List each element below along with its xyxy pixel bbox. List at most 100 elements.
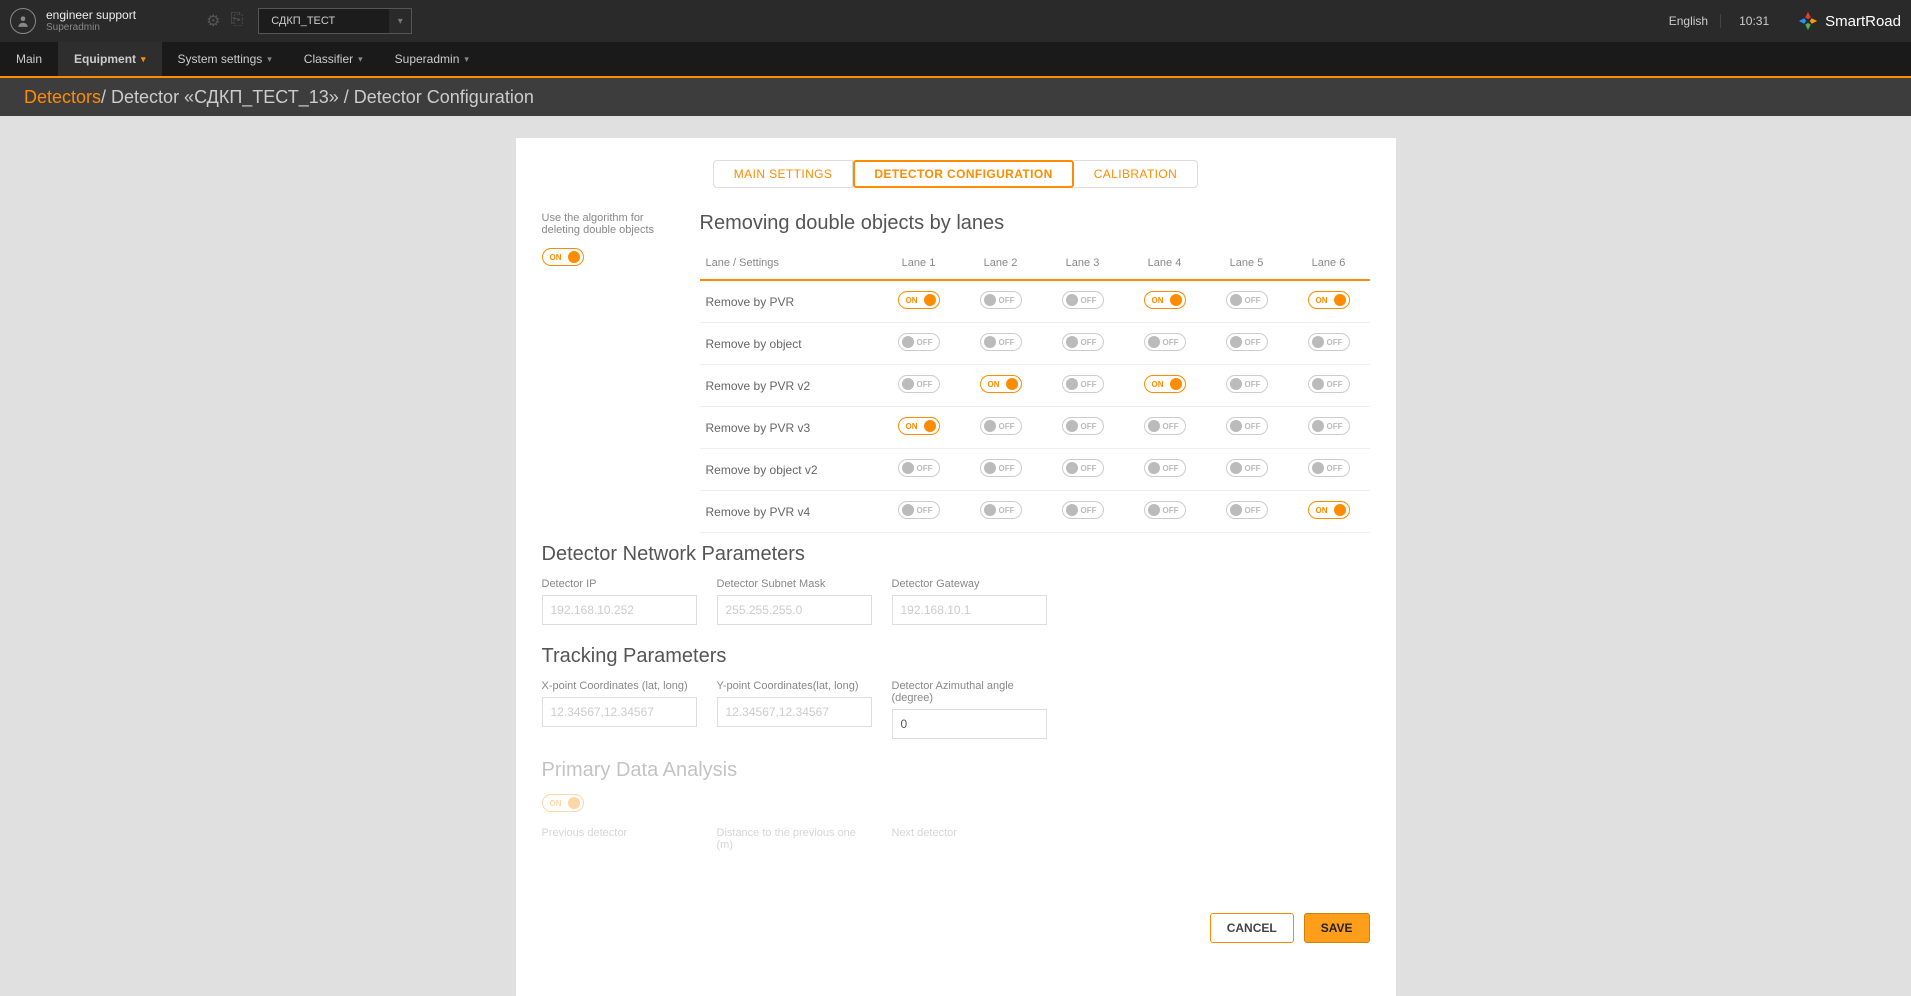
toggle-row5-lane4[interactable]: OFF bbox=[1144, 501, 1186, 519]
toggle-row2-lane2[interactable]: ON bbox=[980, 375, 1022, 393]
chevron-down-icon: ▾ bbox=[358, 54, 363, 65]
brand-name: SmartRoad bbox=[1825, 13, 1901, 30]
network-section: Detector Network Parameters Detector IP … bbox=[516, 543, 1396, 625]
toggle-row1-lane4[interactable]: OFF bbox=[1144, 333, 1186, 351]
toggle-row0-lane1[interactable]: ON bbox=[898, 291, 940, 309]
table-row: Remove by PVR v4 OFF OFF OFF OFF OFF ON bbox=[700, 491, 1370, 533]
azimuth-input[interactable] bbox=[892, 709, 1047, 739]
chevron-down-icon: ▾ bbox=[464, 54, 469, 65]
breadcrumb: Detectors / Detector «СДКП_ТЕСТ_13» / De… bbox=[0, 78, 1911, 116]
tab-detector-configuration[interactable]: DETECTOR CONFIGURATION bbox=[853, 160, 1073, 188]
toggle-row0-lane4[interactable]: ON bbox=[1144, 291, 1186, 309]
toggle-row3-lane2[interactable]: OFF bbox=[980, 417, 1022, 435]
toggle-row5-lane3[interactable]: OFF bbox=[1062, 501, 1104, 519]
x-coord-label: X-point Coordinates (lat, long) bbox=[542, 680, 697, 692]
lanes-column: Removing double objects by lanes Lane / … bbox=[700, 212, 1370, 533]
tabs: MAIN SETTINGS DETECTOR CONFIGURATION CAL… bbox=[516, 160, 1396, 188]
lanes-table: Lane / SettingsLane 1Lane 2Lane 3Lane 4L… bbox=[700, 247, 1370, 533]
toggle-row4-lane5[interactable]: OFF bbox=[1226, 459, 1268, 477]
toggle-row1-lane2[interactable]: OFF bbox=[980, 333, 1022, 351]
toggle-row3-lane3[interactable]: OFF bbox=[1062, 417, 1104, 435]
toggle-row4-lane1[interactable]: OFF bbox=[898, 459, 940, 477]
table-row-label: Remove by object bbox=[700, 323, 878, 365]
distance-label: Distance to the previous one (m) bbox=[717, 827, 872, 851]
toggle-row0-lane3[interactable]: OFF bbox=[1062, 291, 1104, 309]
user-avatar[interactable] bbox=[10, 8, 36, 34]
menu-item-label: Classifier bbox=[304, 52, 353, 66]
brand: SmartRoad bbox=[1797, 10, 1901, 32]
x-coord-input[interactable] bbox=[542, 697, 697, 727]
lanes-title: Removing double objects by lanes bbox=[700, 212, 1370, 235]
toggle-row4-lane2[interactable]: OFF bbox=[980, 459, 1022, 477]
toggle-row5-lane5[interactable]: OFF bbox=[1226, 501, 1268, 519]
table-row-label: Remove by PVR bbox=[700, 280, 878, 323]
toggle-row4-lane3[interactable]: OFF bbox=[1062, 459, 1104, 477]
toggle-row4-lane4[interactable]: OFF bbox=[1144, 459, 1186, 477]
toggle-row1-lane5[interactable]: OFF bbox=[1226, 333, 1268, 351]
y-coord-label: Y-point Coordinates(lat, long) bbox=[717, 680, 872, 692]
primary-title: Primary Data Analysis bbox=[542, 759, 1370, 782]
detector-ip-input[interactable] bbox=[542, 595, 697, 625]
tab-main-settings[interactable]: MAIN SETTINGS bbox=[713, 160, 854, 188]
toggle-row2-lane5[interactable]: OFF bbox=[1226, 375, 1268, 393]
toggle-row4-lane6[interactable]: OFF bbox=[1308, 459, 1350, 477]
toggle-row5-lane6[interactable]: ON bbox=[1308, 501, 1350, 519]
algorithm-toggle-column: Use the algorithm for deleting double ob… bbox=[542, 212, 682, 533]
table-header-lane-3: Lane 3 bbox=[1042, 247, 1124, 280]
toggle-row1-lane3[interactable]: OFF bbox=[1062, 333, 1104, 351]
language-selector[interactable]: English bbox=[1657, 14, 1721, 28]
user-info: engineer support Superadmin bbox=[46, 9, 136, 33]
clock: 10:31 bbox=[1739, 14, 1779, 28]
table-row-label: Remove by PVR v4 bbox=[700, 491, 878, 533]
project-dropdown[interactable]: СДКП_ТЕСТ ▾ bbox=[258, 8, 412, 34]
chevron-down-icon: ▾ bbox=[389, 9, 411, 33]
menu-item-1[interactable]: Equipment▾ bbox=[58, 42, 162, 76]
subnet-mask-label: Detector Subnet Mask bbox=[717, 578, 872, 590]
menu-item-2[interactable]: System settings▾ bbox=[162, 42, 288, 76]
table-row: Remove by PVR v2 OFF ON OFF ON OFF OFF bbox=[700, 365, 1370, 407]
toggle-row2-lane1[interactable]: OFF bbox=[898, 375, 940, 393]
menu-item-label: Superadmin bbox=[395, 52, 460, 66]
toggle-row1-lane6[interactable]: OFF bbox=[1308, 333, 1350, 351]
menu-item-3[interactable]: Classifier ▾ bbox=[288, 42, 379, 76]
user-icon bbox=[16, 14, 30, 28]
breadcrumb-root[interactable]: Detectors bbox=[24, 87, 101, 108]
toggle-row3-lane5[interactable]: OFF bbox=[1226, 417, 1268, 435]
project-dropdown-value: СДКП_ТЕСТ bbox=[259, 9, 389, 33]
toggle-row3-lane1[interactable]: ON bbox=[898, 417, 940, 435]
table-row-label: Remove by PVR v2 bbox=[700, 365, 878, 407]
double-objects-section: Use the algorithm for deleting double ob… bbox=[516, 212, 1396, 533]
toggle-row2-lane4[interactable]: ON bbox=[1144, 375, 1186, 393]
algorithm-toggle[interactable]: ON bbox=[542, 248, 584, 266]
footer-buttons: CANCEL SAVE bbox=[516, 913, 1396, 943]
exit-icon[interactable]: ⎘ bbox=[230, 11, 243, 31]
toggle-row2-lane3[interactable]: OFF bbox=[1062, 375, 1104, 393]
detector-ip-label: Detector IP bbox=[542, 578, 697, 590]
primary-analysis-toggle[interactable]: ON bbox=[542, 794, 584, 812]
table-header-lane-5: Lane 5 bbox=[1206, 247, 1288, 280]
toggle-row0-lane2[interactable]: OFF bbox=[980, 291, 1022, 309]
gear-icon[interactable]: ⚙ bbox=[206, 11, 220, 31]
subnet-mask-input[interactable] bbox=[717, 595, 872, 625]
tracking-section: Tracking Parameters X-point Coordinates … bbox=[516, 645, 1396, 739]
toggle-row1-lane1[interactable]: OFF bbox=[898, 333, 940, 351]
prev-detector-label: Previous detector bbox=[542, 827, 697, 839]
gateway-input[interactable] bbox=[892, 595, 1047, 625]
toggle-row5-lane1[interactable]: OFF bbox=[898, 501, 940, 519]
toggle-row2-lane6[interactable]: OFF bbox=[1308, 375, 1350, 393]
toggle-row5-lane2[interactable]: OFF bbox=[980, 501, 1022, 519]
save-button[interactable]: SAVE bbox=[1304, 913, 1370, 943]
toggle-row3-lane4[interactable]: OFF bbox=[1144, 417, 1186, 435]
next-detector-label: Next detector bbox=[892, 827, 1047, 839]
toggle-row0-lane6[interactable]: ON bbox=[1308, 291, 1350, 309]
menu-item-4[interactable]: Superadmin ▾ bbox=[379, 42, 485, 76]
brand-logo-icon bbox=[1797, 10, 1819, 32]
table-header-lane-6: Lane 6 bbox=[1288, 247, 1370, 280]
cancel-button[interactable]: CANCEL bbox=[1210, 913, 1294, 943]
toggle-row0-lane5[interactable]: OFF bbox=[1226, 291, 1268, 309]
menu-item-0[interactable]: Main bbox=[0, 42, 58, 76]
tab-calibration[interactable]: CALIBRATION bbox=[1074, 160, 1199, 188]
toggle-row3-lane6[interactable]: OFF bbox=[1308, 417, 1350, 435]
y-coord-input[interactable] bbox=[717, 697, 872, 727]
chevron-down-icon: ▾ bbox=[141, 54, 146, 65]
